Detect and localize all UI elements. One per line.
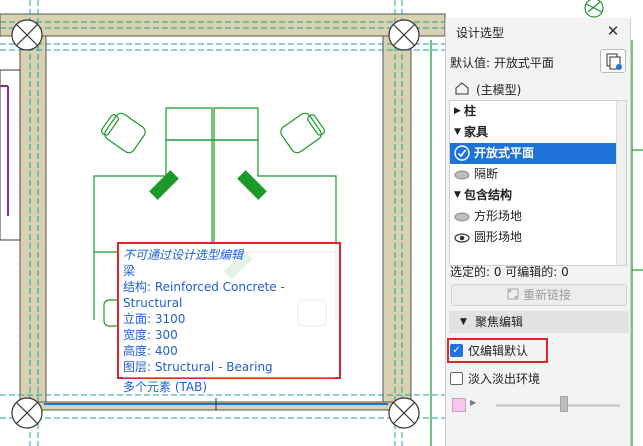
group-label: 包含结构: [464, 188, 513, 202]
tree-item-partition[interactable]: 隔断: [450, 164, 618, 185]
fade-slider-thumb[interactable]: [560, 396, 569, 412]
plant-top-right: [584, 0, 604, 18]
hidden-eye-icon[interactable]: [454, 211, 470, 223]
wall-right: [382, 35, 412, 405]
group-label: 家具: [464, 125, 489, 139]
tooltip-element-type: 梁: [123, 264, 136, 278]
chevron-right-icon[interactable]: ▶: [454, 101, 461, 122]
tooltip-multiple-elements: 多个元素 (TAB): [123, 380, 208, 394]
visible-eye-icon[interactable]: [454, 232, 470, 244]
swatch-dropdown-icon[interactable]: ▶: [470, 398, 476, 407]
item-label: 隔断: [474, 167, 499, 181]
fade-environment-checkbox[interactable]: [450, 372, 463, 385]
active-check-icon: [454, 145, 470, 161]
panel-title: 设计选型: [456, 26, 505, 40]
element-info-tooltip: 不可通过设计选型编辑 梁 结构: Reinforced Concrete - S…: [117, 242, 341, 394]
chevron-down-icon[interactable]: ▼: [454, 185, 461, 206]
fade-environment-label: 淡入淡出环境: [468, 372, 541, 386]
chevron-down-icon[interactable]: ▼: [454, 122, 461, 143]
main-model-label: (主模型): [476, 83, 522, 97]
tree-item-square-site[interactable]: 方形场地: [450, 206, 618, 227]
tree-scrollbar[interactable]: [616, 101, 626, 265]
panel-title-bar: 设计选型 ✕: [446, 18, 630, 46]
tree-group-furniture[interactable]: ▼ 家具: [450, 122, 618, 143]
tree-group-contained-structures[interactable]: ▼ 包含结构: [450, 185, 618, 206]
highlight-box: [447, 338, 548, 363]
focus-edit-section[interactable]: ▼ 聚焦编辑: [449, 311, 629, 333]
tooltip-layer: 图层: Structural - Bearing: [123, 360, 273, 374]
tree-item-open-plan[interactable]: 开放式平面: [450, 143, 618, 164]
layers-icon: [606, 53, 622, 70]
group-label: 柱: [464, 104, 477, 118]
chevron-down-icon[interactable]: ▼: [460, 311, 467, 333]
tooltip-width: 宽度: 300: [123, 328, 178, 342]
tree-group-columns[interactable]: ▶ 柱: [450, 101, 618, 122]
wall-left: [19, 35, 47, 405]
fade-color-swatch[interactable]: [452, 398, 466, 412]
design-options-panel: 设计选型 ✕ 默认值: 开放式平面 (主模型) ▶ 柱 ▼ 家具 开放式平面 隔…: [445, 18, 631, 446]
tooltip-separator: [123, 377, 335, 378]
house-icon: [455, 82, 469, 95]
relink-icon: [507, 288, 519, 300]
tooltip-height: 高度: 400: [123, 344, 178, 358]
tree-item-round-site[interactable]: 圆形场地: [450, 227, 618, 248]
default-value-label: 默认值: 开放式平面: [450, 56, 554, 70]
wall-top: [0, 13, 446, 37]
close-icon[interactable]: ✕: [602, 20, 624, 42]
selection-count: 选定的: 0 可编辑的: 0: [450, 265, 569, 279]
relink-button[interactable]: 重新链接: [451, 284, 627, 306]
focus-edit-label: 聚焦编辑: [475, 315, 524, 329]
item-label: 方形场地: [474, 209, 523, 223]
relink-label: 重新链接: [522, 288, 571, 302]
tooltip-elevation: 立面: 3100: [123, 312, 186, 326]
set-default-button[interactable]: [600, 49, 626, 73]
item-label: 开放式平面: [474, 146, 535, 160]
fade-slider-track[interactable]: [496, 404, 620, 407]
tooltip-structure: 结构: Reinforced Concrete - Structural: [123, 280, 285, 310]
tooltip-warning: 不可通过设计选型编辑: [123, 248, 244, 262]
hidden-eye-icon[interactable]: [454, 169, 470, 181]
left-wall-segment: [0, 69, 21, 241]
design-options-tree: ▶ 柱 ▼ 家具 开放式平面 隔断 ▼ 包含结构 方形场地 圆形场地: [449, 100, 627, 266]
item-label: 圆形场地: [474, 230, 523, 244]
